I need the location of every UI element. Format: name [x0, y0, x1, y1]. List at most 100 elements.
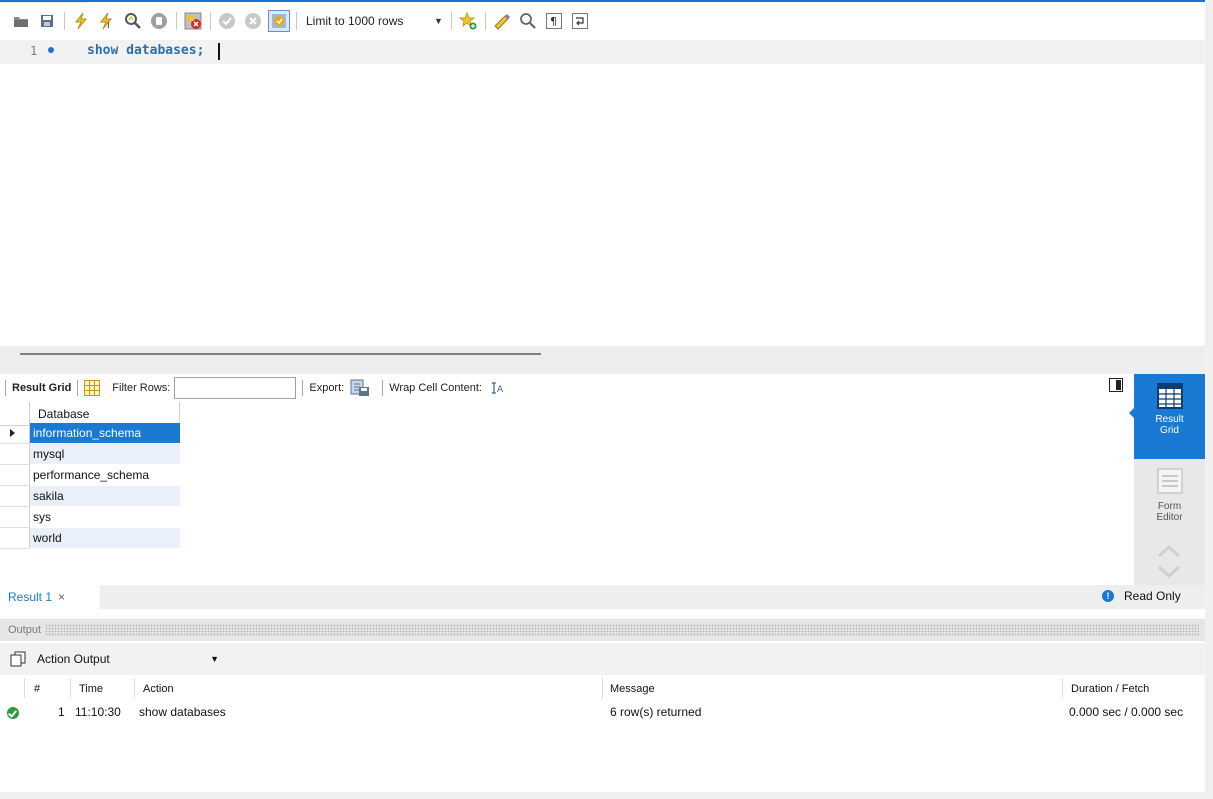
filter-rows-label: Filter Rows:: [112, 382, 171, 394]
chevron-up-icon: [1157, 544, 1181, 558]
tab-result-1[interactable]: Result 1 ×: [0, 585, 100, 609]
limit-rows-select[interactable]: Limit to 1000 rows ▼: [306, 10, 443, 32]
row-indicator[interactable]: [0, 444, 30, 465]
sql-editor-area[interactable]: [0, 40, 1205, 346]
current-row-arrow-icon: [10, 429, 15, 437]
svg-text:¶: ¶: [550, 15, 557, 28]
form-editor-label-line1: Form: [1157, 501, 1182, 512]
output-row-number[interactable]: 1: [58, 705, 65, 719]
execute-icon[interactable]: [70, 10, 92, 32]
commit-icon[interactable]: [216, 10, 238, 32]
table-cell[interactable]: mysql: [30, 444, 180, 465]
drag-handle[interactable]: [45, 624, 1199, 636]
toolbar-separator: [302, 380, 304, 396]
toolbar-separator: [382, 380, 384, 396]
read-only-indicator: ! Read Only: [1102, 589, 1181, 603]
open-folder-icon[interactable]: [10, 10, 32, 32]
filter-rows-input[interactable]: [174, 377, 297, 399]
column-separator: [1062, 678, 1063, 698]
result-grid-label-line1: Result: [1155, 414, 1184, 425]
grid-layout-icon[interactable]: [84, 380, 101, 396]
form-editor-view-button[interactable]: Form Editor: [1134, 459, 1205, 539]
save-icon[interactable]: [36, 10, 58, 32]
add-snippet-icon[interactable]: [457, 10, 479, 32]
result-toolbar: Result Grid Filter Rows: Export: Wrap Ce…: [0, 374, 1134, 402]
column-header-time[interactable]: Time: [79, 683, 103, 695]
rollback-icon[interactable]: [242, 10, 264, 32]
output-row-message[interactable]: 6 row(s) returned: [610, 705, 701, 719]
toggle-error-icon[interactable]: [182, 10, 204, 32]
table-row[interactable]: sakila: [0, 486, 182, 507]
chevron-down-icon: ▼: [434, 16, 443, 26]
table-row[interactable]: sys: [0, 507, 182, 528]
row-indicator[interactable]: [0, 423, 30, 444]
editor-horizontal-scrollbar-area: [0, 346, 1205, 374]
sql-code-line[interactable]: show databases;: [87, 43, 204, 58]
table-cell[interactable]: world: [30, 528, 180, 549]
limit-rows-label: Limit to 1000 rows: [306, 14, 404, 28]
row-indicator[interactable]: [0, 486, 30, 507]
result-grid-label-line2: Grid: [1160, 425, 1179, 436]
tab-label: Result 1: [8, 590, 53, 604]
output-row-duration[interactable]: 0.000 sec / 0.000 sec: [1069, 705, 1183, 719]
copy-icon[interactable]: [10, 651, 26, 667]
execute-current-icon[interactable]: I: [96, 10, 118, 32]
toolbar-separator: [210, 12, 211, 30]
invisible-chars-icon[interactable]: ¶: [543, 10, 565, 32]
output-type-value: Action Output: [37, 652, 110, 666]
row-indicator[interactable]: [0, 465, 30, 486]
stop-icon[interactable]: [148, 10, 170, 32]
text-caret: [218, 43, 220, 60]
table-cell[interactable]: information_schema: [30, 423, 180, 444]
table-cell[interactable]: sakila: [30, 486, 180, 507]
row-indicator[interactable]: [0, 528, 30, 549]
toolbar-separator: [64, 12, 65, 30]
output-row-time[interactable]: 11:10:30: [75, 705, 121, 719]
output-selector-row: Action Output ▼: [0, 643, 1205, 675]
form-editor-icon: [1156, 467, 1184, 495]
output-type-select[interactable]: Action Output ▼: [37, 652, 219, 666]
table-row[interactable]: performance_schema: [0, 465, 182, 486]
svg-text:A: A: [497, 385, 504, 395]
column-separator: [602, 678, 603, 698]
wrap-cell-icon[interactable]: A: [490, 381, 504, 395]
toolbar-separator: [450, 12, 452, 30]
read-only-label: Read Only: [1124, 589, 1181, 603]
vertical-scrollbar[interactable]: [1205, 0, 1213, 799]
table-cell[interactable]: sys: [30, 507, 180, 528]
export-icon[interactable]: [350, 379, 370, 397]
autocommit-icon[interactable]: [268, 10, 290, 32]
column-header-message[interactable]: Message: [610, 683, 655, 695]
table-cell[interactable]: performance_schema: [30, 465, 180, 486]
column-separator: [134, 678, 135, 698]
column-header-number[interactable]: #: [34, 683, 40, 695]
column-separator: [24, 678, 25, 698]
output-panel-header: Output: [0, 619, 1205, 641]
column-header-duration[interactable]: Duration / Fetch: [1071, 683, 1149, 695]
explain-icon[interactable]: [122, 10, 144, 32]
toolbar-separator: [296, 12, 297, 30]
toolbar-separator: [77, 380, 79, 396]
output-title: Output: [8, 624, 42, 636]
beautify-icon[interactable]: [491, 10, 513, 32]
close-icon[interactable]: ×: [58, 590, 65, 604]
info-icon: !: [1102, 590, 1114, 602]
toggle-side-panel-button[interactable]: [1109, 378, 1123, 392]
table-row[interactable]: world: [0, 528, 182, 549]
result-tabs-bar: [0, 585, 1205, 609]
find-icon[interactable]: [517, 10, 539, 32]
form-editor-label-line2: Editor: [1156, 512, 1183, 523]
success-check-icon: [7, 707, 19, 719]
svg-text:I: I: [107, 21, 110, 30]
table-row[interactable]: mysql: [0, 444, 182, 465]
result-grid-view-button[interactable]: Result Grid: [1134, 374, 1205, 459]
column-header-action[interactable]: Action: [143, 683, 174, 695]
horizontal-scrollbar-thumb[interactable]: [20, 353, 541, 355]
table-row[interactable]: information_schema: [0, 423, 182, 444]
result-grid: Database information_schema mysql perfor…: [0, 402, 182, 549]
output-row-action[interactable]: show databases: [139, 705, 226, 719]
grid-header-row: Database: [0, 402, 182, 426]
record-navigation: [1134, 539, 1205, 585]
row-indicator[interactable]: [0, 507, 30, 528]
wrap-lines-icon[interactable]: [569, 10, 591, 32]
